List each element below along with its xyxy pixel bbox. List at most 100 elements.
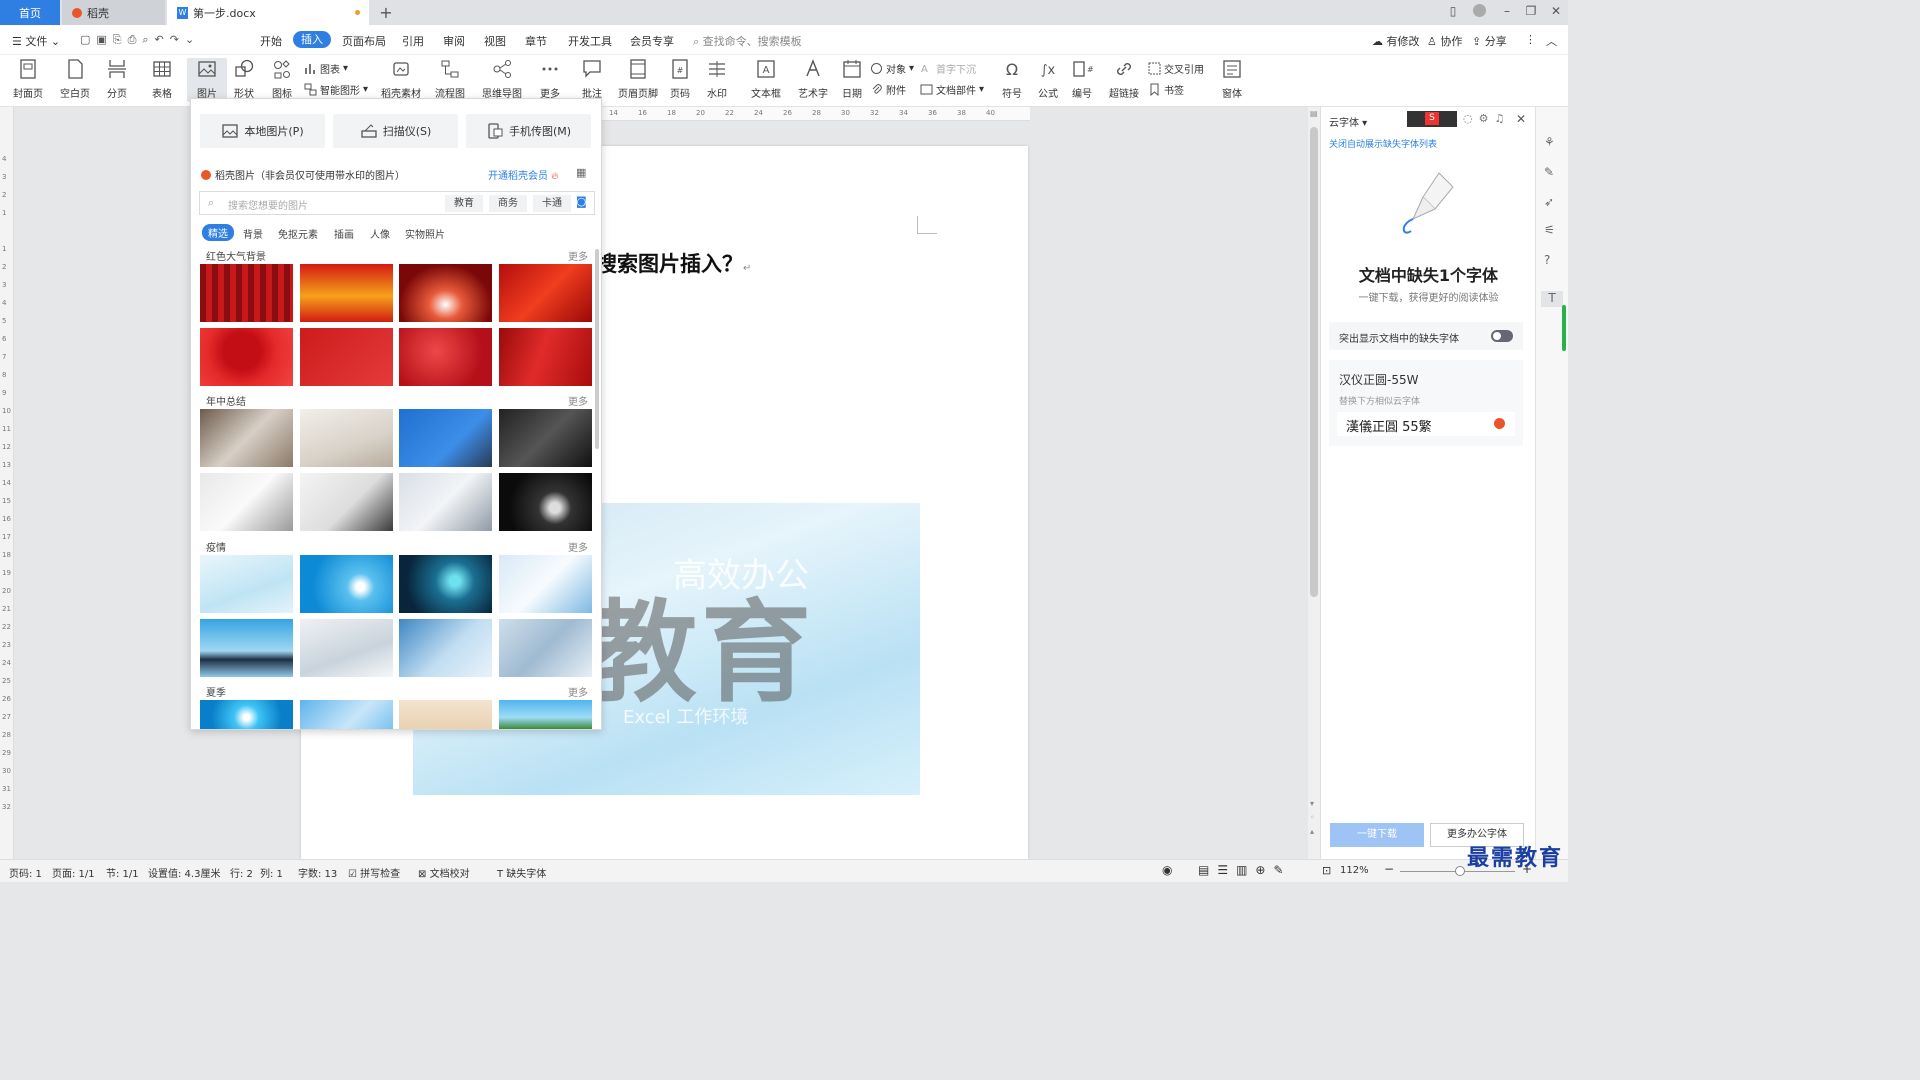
spellcheck-button[interactable]: ☑ 拼写检查 xyxy=(348,865,400,880)
search-chip-education[interactable]: 教育 xyxy=(445,195,483,212)
vip-link[interactable]: 开通稻壳会员 🔥︎ xyxy=(488,167,559,182)
image-thumbnail[interactable] xyxy=(200,619,293,677)
cloud-font-title[interactable]: 云字体 ▾ xyxy=(1329,114,1367,129)
column-status[interactable]: 列: 1 xyxy=(260,865,283,880)
window-form-button[interactable]: 窗体 xyxy=(1212,58,1252,100)
attachment-button[interactable]: 附件 xyxy=(870,82,906,97)
scroll-top-icon[interactable]: ▤ xyxy=(1310,109,1318,118)
replacement-font-option[interactable]: 漢儀正圓 55繁 xyxy=(1337,412,1515,436)
minimize-icon[interactable]: – xyxy=(1496,4,1518,18)
image-thumbnail[interactable] xyxy=(200,555,293,613)
setting-value-status[interactable]: 设置值: 4.3厘米 xyxy=(148,865,220,880)
image-thumbnail[interactable] xyxy=(300,700,393,729)
numbering-button[interactable]: # 编号 xyxy=(1062,58,1102,100)
pane-toolbar-icons[interactable]: ◌⚙♫ xyxy=(1463,112,1510,125)
close-pane-icon[interactable]: ✕ xyxy=(1516,112,1526,126)
image-thumbnail[interactable] xyxy=(499,555,592,613)
bookmark-button[interactable]: 书签 xyxy=(1148,82,1184,97)
category-portrait[interactable]: 人像 xyxy=(370,226,390,241)
menu-item-layout[interactable]: 页面布局 xyxy=(342,33,386,49)
eye-protect-icon[interactable]: ◉ xyxy=(1162,863,1172,877)
pages-status[interactable]: 页面: 1/1 xyxy=(52,865,95,880)
menu-item-reference[interactable]: 引用 xyxy=(402,33,424,49)
file-menu[interactable]: ☰ 文件 ⌄ xyxy=(12,33,60,49)
menu-item-start[interactable]: 开始 xyxy=(260,33,282,49)
image-thumbnail[interactable] xyxy=(300,409,393,467)
zoom-level[interactable]: 112% xyxy=(1340,865,1369,876)
tab-document[interactable]: W 第一步.docx xyxy=(167,0,369,25)
more-options-icon[interactable]: ⋮ xyxy=(1525,33,1536,46)
settings-slider-icon[interactable]: ⚟ xyxy=(1544,223,1560,239)
image-thumbnail[interactable] xyxy=(399,619,492,677)
zoom-slider-thumb[interactable] xyxy=(1455,866,1465,876)
download-button[interactable]: 一键下载 xyxy=(1330,823,1424,847)
local-image-button[interactable]: 本地图片(P) xyxy=(200,114,325,148)
icons-button[interactable]: 图标 xyxy=(262,58,302,100)
search-chip-cartoon[interactable]: 卡通 xyxy=(533,195,571,212)
scroll-nav-icons[interactable]: ▾ ◦ ▴ xyxy=(1310,797,1315,839)
cover-page-button[interactable]: 封面页 xyxy=(8,58,48,100)
doc-parts-button[interactable]: 文档部件 ▾ xyxy=(920,82,984,97)
menu-item-chapter[interactable]: 章节 xyxy=(525,33,547,49)
tab-home[interactable]: 首页 xyxy=(0,0,60,25)
image-thumbnail[interactable] xyxy=(499,264,592,322)
picture-button[interactable]: 图片 xyxy=(187,58,227,102)
dropcap-button[interactable]: A 首字下沉 xyxy=(920,61,976,76)
help-icon[interactable]: ? xyxy=(1544,253,1560,269)
missing-font-status[interactable]: T 缺失字体 xyxy=(497,865,546,880)
image-thumbnail[interactable] xyxy=(499,473,592,531)
document-scrollbar[interactable]: ▤ ▾ ◦ ▴ xyxy=(1308,107,1320,859)
image-search-box[interactable]: ⌕ 搜索您想要的图片 教育 商务 卡通 ◙ xyxy=(199,191,595,215)
image-thumbnail[interactable] xyxy=(200,473,293,531)
shape-button[interactable]: 形状 xyxy=(224,58,264,100)
category-object-photo[interactable]: 实物照片 xyxy=(405,226,445,241)
section-more-link[interactable]: 更多 xyxy=(568,248,588,263)
menu-item-member[interactable]: 会员专享 xyxy=(630,33,674,49)
layout-icon[interactable]: ▯ xyxy=(1442,4,1464,18)
watermark-button[interactable]: 水印 xyxy=(697,58,737,100)
cross-ref-button[interactable]: 交叉引用 xyxy=(1148,61,1204,76)
table-button[interactable]: 表格 xyxy=(142,58,182,100)
flowchart-button[interactable]: 流程图 xyxy=(430,58,470,100)
symbol-button[interactable]: Ω 符号 xyxy=(992,58,1032,100)
image-thumbnail[interactable] xyxy=(200,264,293,322)
tab-daoke[interactable]: 稻壳 xyxy=(62,0,165,25)
page-break-button[interactable]: 分页 xyxy=(97,58,137,100)
pen-icon[interactable]: ✎ xyxy=(1544,165,1560,181)
image-thumbnail[interactable] xyxy=(300,328,393,386)
menu-item-developer[interactable]: 开发工具 xyxy=(568,33,612,49)
phone-image-button[interactable]: 手机传图(M) xyxy=(466,114,591,148)
image-thumbnail[interactable] xyxy=(300,555,393,613)
date-button[interactable]: 日期 xyxy=(832,58,872,100)
cursor-icon[interactable]: ➶ xyxy=(1544,195,1560,211)
object-button[interactable]: 对象 ▾ xyxy=(870,61,914,76)
avatar[interactable] xyxy=(1468,4,1490,20)
collab-button[interactable]: ♙ 协作 xyxy=(1427,33,1462,49)
image-thumbnail[interactable] xyxy=(399,409,492,467)
image-thumbnail[interactable] xyxy=(300,473,393,531)
category-cutout[interactable]: 免抠元素 xyxy=(278,226,318,241)
new-tab-button[interactable]: + xyxy=(376,0,396,25)
image-thumbnail[interactable] xyxy=(300,619,393,677)
daoke-material-button[interactable]: 稻壳素材 xyxy=(381,58,421,100)
textbox-button[interactable]: A 文本框 xyxy=(746,58,786,100)
collapse-ribbon-icon[interactable]: ︿ xyxy=(1546,33,1557,49)
close-icon[interactable]: ✕ xyxy=(1545,4,1567,18)
quick-access-toolbar[interactable]: ▢▣⎘⎙⌕↶↷⌄ xyxy=(80,33,200,47)
grid-view-icon[interactable]: ▦ xyxy=(576,166,586,179)
image-thumbnail[interactable] xyxy=(499,700,592,729)
image-thumbnail[interactable] xyxy=(499,619,592,677)
view-mode-icons[interactable]: ▤☰▥⊕✎ xyxy=(1198,863,1292,877)
image-thumbnail[interactable] xyxy=(200,409,293,467)
search-chip-business[interactable]: 商务 xyxy=(489,195,527,212)
image-thumbnail[interactable] xyxy=(399,264,492,322)
menu-item-review[interactable]: 审阅 xyxy=(443,33,465,49)
image-thumbnail[interactable] xyxy=(300,264,393,322)
blank-page-button[interactable]: 空白页 xyxy=(55,58,95,100)
section-more-link[interactable]: 更多 xyxy=(568,684,588,699)
more-insert-button[interactable]: 更多 xyxy=(530,58,570,100)
wordart-button[interactable]: 艺术字 xyxy=(793,58,833,100)
image-thumbnail[interactable] xyxy=(499,409,592,467)
style-icon[interactable]: ⚘ xyxy=(1544,135,1560,151)
horizontal-ruler[interactable]: 14 16 18 20 22 24 26 28 30 32 34 36 38 4… xyxy=(600,107,1030,121)
